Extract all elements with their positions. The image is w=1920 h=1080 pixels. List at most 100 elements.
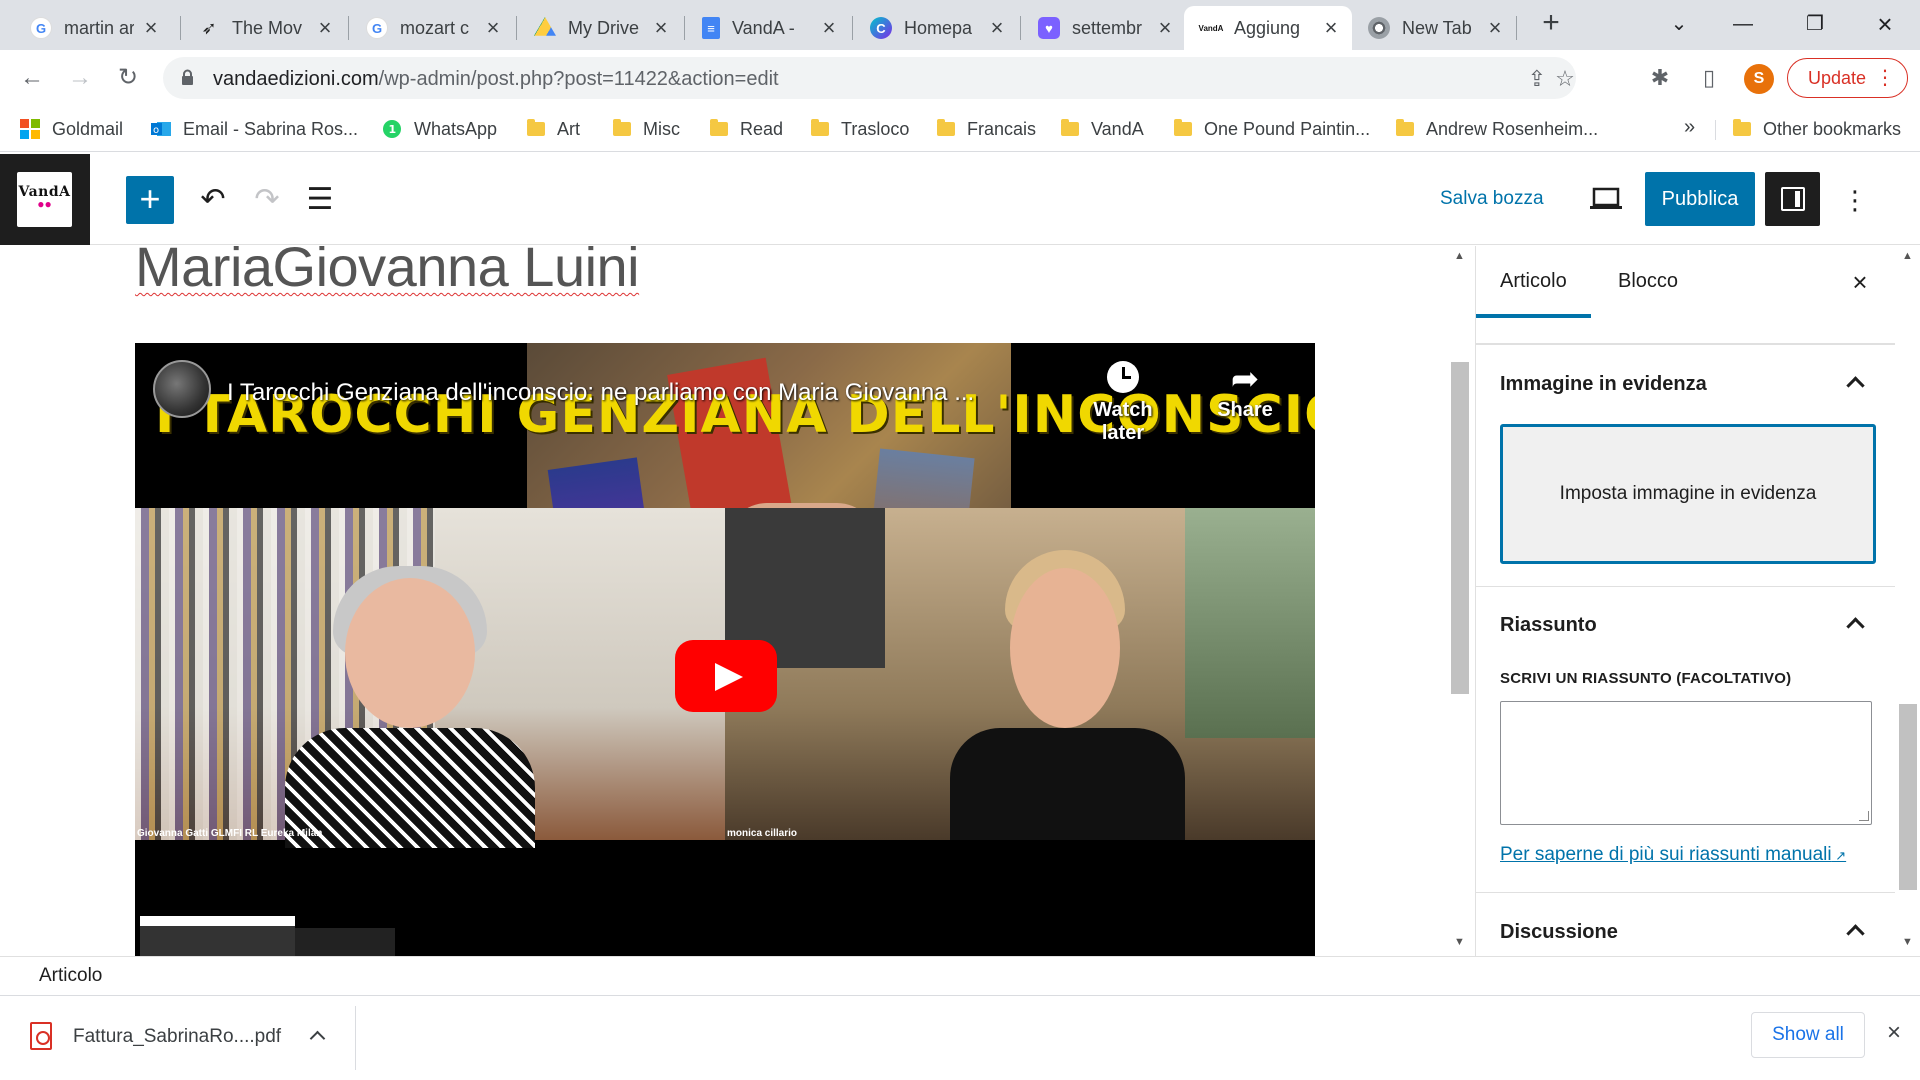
block-inserter-plus-icon[interactable]: + — [126, 176, 174, 224]
profile-avatar[interactable]: S — [1744, 64, 1774, 94]
close-sidebar-icon[interactable]: × — [1842, 264, 1878, 300]
editor-header: VandA ●● + ↶ ↷ ☰ Salva bozza Pubblica ⋮ — [0, 154, 1920, 245]
bookmark-email[interactable]: o Email - Sabrina Ros... — [151, 116, 358, 142]
options-kebab-icon[interactable]: ⋮ — [1840, 180, 1870, 220]
youtube-embed[interactable]: Giovanna Gatti GLMFI RL Eureka Milan mon… — [135, 343, 1315, 956]
download-item[interactable]: Fattura_SabrinaRo....pdf — [0, 1006, 356, 1070]
svg-text:o: o — [153, 125, 159, 136]
browser-tab-5[interactable]: C Homepa × — [854, 6, 1018, 50]
excerpt-heading[interactable]: Riassunto — [1500, 614, 1597, 637]
bookmark-folder-andrew[interactable]: Andrew Rosenheim... — [1396, 116, 1598, 142]
reload-icon[interactable]: ↻ — [112, 62, 144, 94]
close-icon[interactable]: × — [818, 15, 840, 41]
settings-sidebar-toggle-icon[interactable] — [1765, 172, 1820, 226]
tab-search-chevron-icon[interactable]: ⌄ — [1657, 6, 1701, 42]
browser-tab-1[interactable]: ➶ The Mov × — [182, 6, 346, 50]
bookmark-star-icon[interactable]: ☆ — [1553, 67, 1577, 91]
window-close-icon[interactable]: × — [1863, 6, 1907, 42]
share-icon[interactable]: ⇪ — [1525, 67, 1549, 91]
breadcrumb[interactable]: Articolo — [39, 965, 102, 987]
browser-tab-label: The Mov — [232, 17, 303, 38]
close-icon[interactable]: × — [314, 15, 336, 41]
featured-image-heading[interactable]: Immagine in evidenza — [1500, 373, 1707, 396]
restore-icon[interactable]: ❐ — [1793, 6, 1837, 42]
scroll-down-arrow-icon[interactable]: ▼ — [1454, 936, 1465, 948]
chevron-up-icon[interactable] — [1843, 611, 1867, 635]
show-all-downloads-button[interactable]: Show all — [1751, 1012, 1865, 1058]
browser-tab-7-active[interactable]: VandA Aggiung × — [1184, 6, 1352, 50]
scrollbar-thumb[interactable] — [1451, 362, 1469, 694]
close-icon[interactable]: × — [1154, 15, 1176, 41]
browser-tab-3[interactable]: My Drive × — [518, 6, 682, 50]
back-arrow-icon[interactable]: ← — [16, 62, 48, 94]
scroll-down-arrow-icon[interactable]: ▼ — [1902, 936, 1913, 948]
close-icon[interactable]: × — [986, 15, 1008, 41]
undo-icon[interactable]: ↶ — [193, 180, 233, 220]
chevron-up-icon[interactable] — [308, 1026, 328, 1046]
new-tab-plus-icon[interactable]: + — [1535, 8, 1567, 40]
bookmark-folder-art[interactable]: Art — [527, 116, 580, 142]
close-icon[interactable]: × — [482, 15, 504, 41]
bookmark-folder-one-pound[interactable]: One Pound Paintin... — [1174, 116, 1370, 142]
save-draft-button[interactable]: Salva bozza — [1440, 188, 1544, 210]
tab-post[interactable]: Articolo — [1476, 246, 1591, 318]
publish-button[interactable]: Pubblica — [1645, 172, 1755, 226]
editor-canvas[interactable]: MariaGiovanna Luini Giovanna Gatti GLMFI… — [0, 246, 1445, 956]
post-content-text-fragment[interactable]: MariaGiovanna Luini — [135, 246, 640, 299]
bookmark-folder-trasloco[interactable]: Trasloco — [811, 116, 909, 142]
forward-arrow-icon[interactable]: → — [64, 62, 96, 94]
redo-icon[interactable]: ↷ — [247, 180, 287, 220]
browser-tab-0[interactable]: G martin ar × — [14, 6, 172, 50]
bookmark-folder-francais[interactable]: Francais — [937, 116, 1036, 142]
sidebar-scrollbar[interactable]: ▲ ▼ — [1895, 246, 1920, 956]
resize-grip-icon[interactable] — [1859, 811, 1869, 821]
channel-avatar[interactable] — [153, 360, 211, 418]
excerpt-learn-more-link[interactable]: Per saperne di più sui riassunti manuali… — [1500, 844, 1846, 866]
scroll-up-arrow-icon[interactable]: ▲ — [1902, 250, 1913, 262]
tab-divider — [1516, 16, 1517, 40]
close-download-bar-icon[interactable]: × — [1880, 1018, 1908, 1048]
svg-text:1: 1 — [389, 123, 397, 136]
extensions-puzzle-icon[interactable]: ✱ — [1645, 63, 1675, 93]
scroll-up-arrow-icon[interactable]: ▲ — [1454, 250, 1465, 262]
browser-tab-6[interactable]: ♥ settembr × — [1022, 6, 1186, 50]
video-title[interactable]: I Tarocchi Genziana dell'inconscio: ne p… — [227, 379, 974, 407]
close-icon[interactable]: × — [140, 15, 162, 41]
bookmark-goldmail[interactable]: Goldmail — [20, 116, 123, 142]
address-bar[interactable]: vandaedizioni.com/wp-admin/post.php?post… — [163, 57, 1576, 99]
video-bottom-thumbnail — [295, 928, 395, 956]
close-icon[interactable]: × — [1320, 15, 1342, 41]
youtube-play-icon[interactable] — [675, 640, 777, 712]
bookmark-folder-vanda[interactable]: VandA — [1061, 116, 1144, 142]
preview-laptop-icon[interactable] — [1588, 184, 1624, 214]
bookmark-other-bookmarks[interactable]: Other bookmarks — [1733, 116, 1901, 142]
discussion-heading[interactable]: Discussione — [1500, 921, 1618, 944]
watch-later-button[interactable]: Watch later — [1073, 361, 1173, 445]
bookmark-folder-misc[interactable]: Misc — [613, 116, 680, 142]
bookmark-folder-read[interactable]: Read — [710, 116, 783, 142]
excerpt-textarea[interactable] — [1500, 701, 1872, 825]
tab-divider — [852, 16, 853, 40]
minimize-icon[interactable]: — — [1721, 6, 1765, 42]
set-featured-image-button[interactable]: Imposta immagine in evidenza — [1500, 424, 1876, 564]
site-logo-button[interactable]: VandA ●● — [0, 154, 90, 245]
vanda-icon: VandA — [1199, 17, 1223, 39]
chevron-up-icon[interactable] — [1843, 370, 1867, 394]
google-icon: G — [366, 17, 388, 39]
browser-tab-strip: G martin ar × ➶ The Mov × G mozart c × M… — [0, 0, 1920, 50]
bookmark-whatsapp[interactable]: 1 WhatsApp — [382, 116, 497, 142]
tab-block[interactable]: Blocco — [1594, 246, 1702, 316]
editor-scrollbar[interactable]: ▲ ▼ — [1447, 246, 1473, 956]
browser-tab-8[interactable]: New Tab × — [1352, 6, 1516, 50]
bookmarks-overflow-chevron-icon[interactable]: » — [1684, 116, 1695, 139]
side-panel-icon[interactable]: ▯ — [1694, 63, 1724, 93]
update-button[interactable]: Update ⋮ — [1787, 58, 1908, 98]
close-icon[interactable]: × — [1484, 15, 1506, 41]
document-overview-list-icon[interactable]: ☰ — [300, 180, 340, 220]
browser-tab-2[interactable]: G mozart c × — [350, 6, 514, 50]
browser-tab-4[interactable]: ≡ VandA - × — [686, 6, 850, 50]
share-button[interactable]: ➦ Share — [1205, 361, 1285, 422]
close-icon[interactable]: × — [650, 15, 672, 41]
scrollbar-thumb[interactable] — [1899, 704, 1917, 890]
chevron-up-icon[interactable] — [1843, 918, 1867, 942]
